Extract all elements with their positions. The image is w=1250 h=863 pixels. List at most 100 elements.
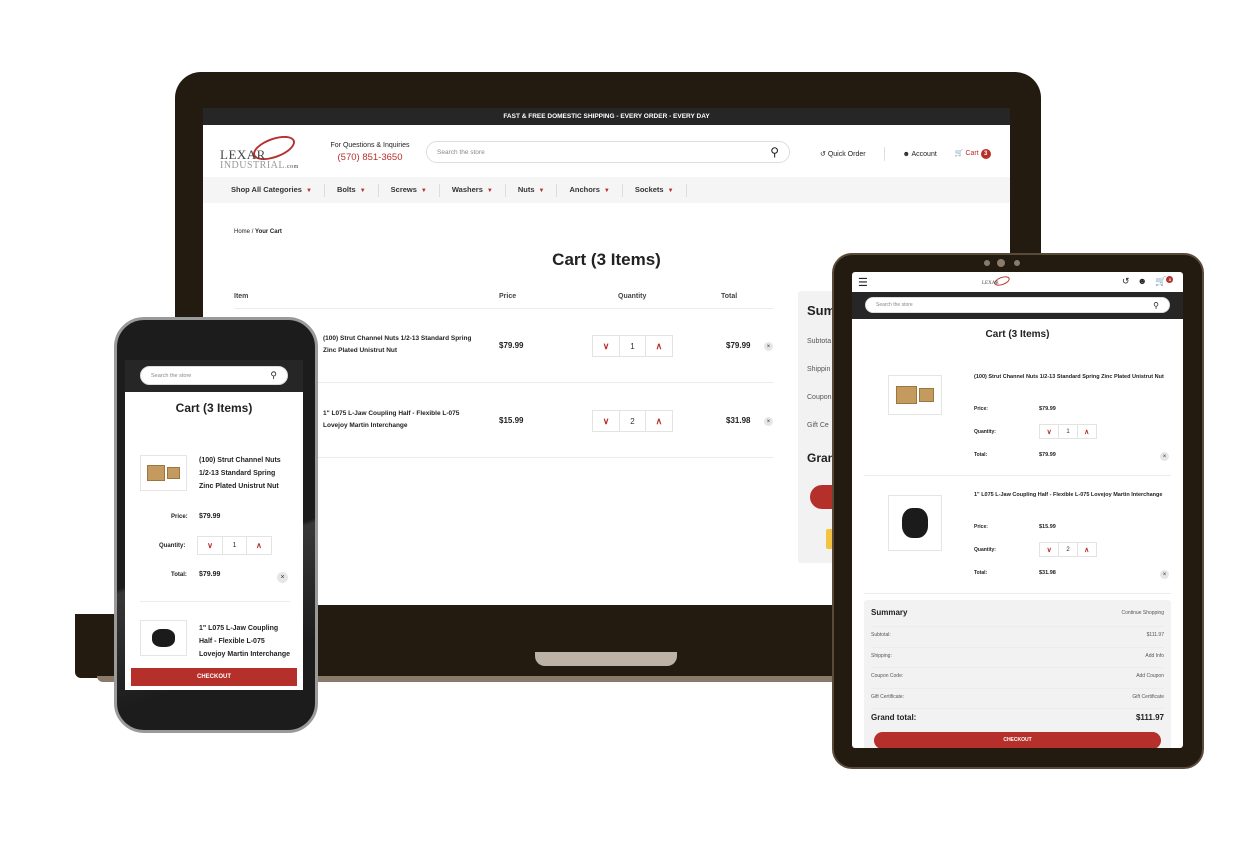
product-image[interactable] xyxy=(888,375,942,415)
box-image xyxy=(166,467,181,479)
tablet-screen: ☰ LEXAR ↺ ☻ 🛒 3 Search the store ⚲ Cart (3… xyxy=(852,272,1183,748)
quantity-stepper: ∨ 1 ∧ xyxy=(197,536,272,555)
nav-item-shop-all-categories[interactable]: Shop All Categories ▼ xyxy=(231,183,325,197)
nav-item-sockets[interactable]: Sockets ▼ xyxy=(623,183,687,197)
nav-item-anchors[interactable]: Anchors ▼ xyxy=(557,183,623,197)
nav-item-washers[interactable]: Washers ▼ xyxy=(440,183,506,197)
product-name-link[interactable]: 1" L075 L-Jaw Coupling Half - Flexible L… xyxy=(199,623,291,661)
product-name-link[interactable]: 1" L075 L-Jaw Coupling Half - Flexible L… xyxy=(323,408,473,432)
quantity-input[interactable]: 2 xyxy=(619,411,646,431)
decrease-quantity-button[interactable]: ∨ xyxy=(1040,425,1058,438)
quantity-input[interactable]: 1 xyxy=(222,537,247,554)
nav-item-screws[interactable]: Screws ▼ xyxy=(379,183,440,197)
cart-icon: 🛒 xyxy=(954,150,964,157)
summary-row-value[interactable]: Add Info xyxy=(1145,653,1164,659)
logo[interactable]: LEXAR xyxy=(982,274,1012,291)
search-icon[interactable]: ⚲ xyxy=(270,370,277,381)
caret-down-icon: ▼ xyxy=(538,187,545,194)
remove-item-icon[interactable]: × xyxy=(764,342,773,351)
user-icon[interactable]: ☻ xyxy=(1138,276,1147,287)
user-icon: ☻ xyxy=(902,150,910,158)
summary-row-label: Coupon Code: xyxy=(871,673,904,679)
remove-item-icon[interactable]: × xyxy=(1160,452,1169,461)
nav-item-nuts[interactable]: Nuts ▼ xyxy=(506,183,558,197)
product-image[interactable] xyxy=(140,620,187,656)
item-price: $79.99 xyxy=(499,341,524,350)
quantity-stepper: ∨ 1 ∧ xyxy=(592,335,673,357)
breadcrumb: Home / Your Cart xyxy=(234,229,282,235)
decrease-quantity-button[interactable]: ∨ xyxy=(198,537,222,554)
product-name-link[interactable]: (100) Strut Channel Nuts 1/2-13 Standard… xyxy=(974,372,1164,382)
nav-item-label: Nuts xyxy=(517,184,535,194)
item-total: $79.99 xyxy=(199,571,221,578)
summary-title: Summary xyxy=(871,608,908,617)
cart-link[interactable]: 🛒 Cart 3 xyxy=(955,149,991,159)
caret-down-icon: ▼ xyxy=(359,187,366,194)
search-icon[interactable]: ⚲ xyxy=(770,145,779,159)
price-label: Price: xyxy=(974,524,988,530)
summary-row-value[interactable]: Add Coupon xyxy=(1136,673,1164,679)
search-input[interactable]: Search the store ⚲ xyxy=(140,366,288,385)
product-image[interactable] xyxy=(140,455,187,491)
summary-divider xyxy=(871,626,1164,627)
increase-quantity-button[interactable]: ∧ xyxy=(646,336,672,356)
product-name-link[interactable]: (100) Strut Channel Nuts 1/2-13 Standard… xyxy=(323,333,473,357)
nav-item-label: Anchors xyxy=(569,184,600,194)
laptop-notch xyxy=(535,652,677,666)
cart-count-badge: 3 xyxy=(980,149,991,159)
history-icon: ↺ xyxy=(820,151,826,158)
menu-icon[interactable]: ☰ xyxy=(858,276,868,289)
product-name-link[interactable]: (100) Strut Channel Nuts 1/2-13 Standard… xyxy=(199,455,291,493)
item-price: $79.99 xyxy=(1039,406,1056,412)
quantity-label: Quantity: xyxy=(159,543,186,549)
quantity-input[interactable]: 1 xyxy=(619,336,646,356)
quantity-stepper: ∨ 2 ∧ xyxy=(592,410,673,432)
summary-divider xyxy=(871,708,1164,709)
continue-shopping-link[interactable]: Continue Shopping xyxy=(1121,610,1164,616)
nav-item-label: Washers xyxy=(451,184,483,194)
page-title: Cart (3 Items) xyxy=(985,329,1050,340)
remove-item-icon[interactable]: × xyxy=(277,572,288,583)
phone-link[interactable]: (570) 851-3650 xyxy=(327,152,413,163)
decrease-quantity-button[interactable]: ∨ xyxy=(593,411,619,431)
increase-quantity-button[interactable]: ∧ xyxy=(646,411,672,431)
increase-quantity-button[interactable]: ∧ xyxy=(1078,425,1096,438)
caret-down-icon: ▼ xyxy=(603,187,610,194)
caret-down-icon: ▼ xyxy=(486,187,493,194)
logo[interactable]: LEXAR INDUSTRIAL.com xyxy=(220,131,305,172)
product-name-link[interactable]: 1" L075 L-Jaw Coupling Half - Flexible L… xyxy=(974,490,1164,500)
remove-item-icon[interactable]: × xyxy=(1160,570,1169,579)
search-icon[interactable]: ⚲ xyxy=(1153,301,1159,310)
nav-item-label: Shop All Categories xyxy=(231,184,302,194)
history-icon[interactable]: ↺ xyxy=(1122,276,1130,287)
summary-divider xyxy=(871,646,1164,648)
cart-icon[interactable]: 🛒 3 xyxy=(1155,276,1174,287)
increase-quantity-button[interactable]: ∧ xyxy=(247,537,271,554)
summary-row-value: $111.97 xyxy=(1146,632,1164,638)
summary-divider xyxy=(871,667,1164,668)
checkout-button[interactable]: CHECKOUT xyxy=(874,732,1161,748)
total-label: Total: xyxy=(974,570,988,576)
box-image xyxy=(895,386,917,404)
breadcrumb-home[interactable]: Home xyxy=(234,229,250,235)
decrease-quantity-button[interactable]: ∨ xyxy=(1040,543,1058,556)
search-input[interactable]: Search the store ⚲ xyxy=(865,297,1170,313)
nav-item-bolts[interactable]: Bolts ▼ xyxy=(325,183,379,197)
cart-item: 1" L075 L-Jaw Coupling Half - Flexible L… xyxy=(852,487,1183,605)
decrease-quantity-button[interactable]: ∨ xyxy=(593,336,619,356)
account-link[interactable]: ☻ Account xyxy=(903,151,937,158)
product-image[interactable] xyxy=(888,495,942,551)
quick-order-link[interactable]: ↺ Quick Order xyxy=(820,150,866,158)
remove-item-icon[interactable]: × xyxy=(764,417,773,426)
summary-row-value[interactable]: Gift Certificate xyxy=(1132,694,1164,700)
search-input[interactable]: Search the store ⚲ xyxy=(426,141,790,163)
quantity-input[interactable]: 2 xyxy=(1058,543,1078,556)
breadcrumb-current: Your Cart xyxy=(255,229,282,235)
quantity-input[interactable]: 1 xyxy=(1058,425,1078,438)
increase-quantity-button[interactable]: ∧ xyxy=(1078,543,1096,556)
nav-item-label: Bolts xyxy=(336,184,356,194)
quantity-label: Quantity: xyxy=(974,429,996,435)
cart-item: 1" L075 L-Jaw Coupling Half - Flexible L… xyxy=(125,618,303,690)
grand-total-value: $111.97 xyxy=(1135,713,1164,722)
nav-item-label: Screws xyxy=(390,184,417,194)
